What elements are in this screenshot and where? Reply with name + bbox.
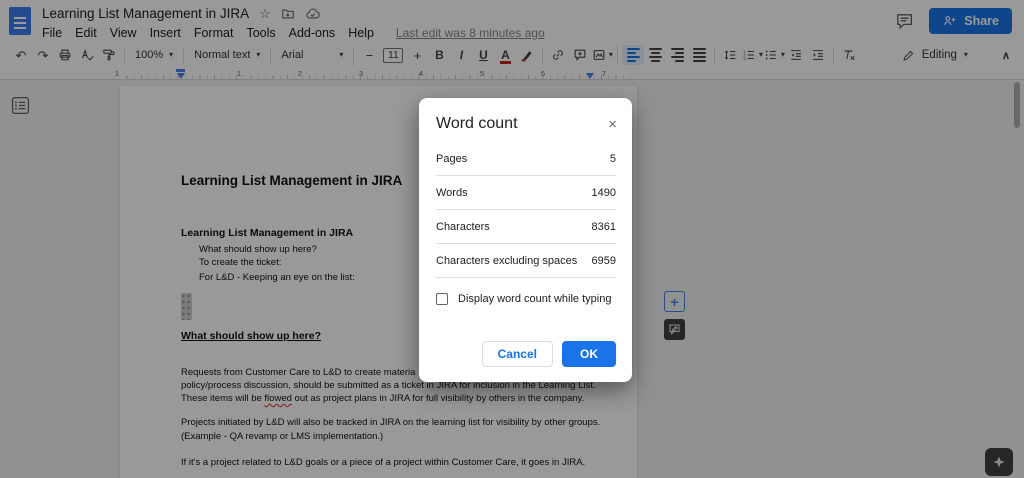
word-count-dialog: Word count × Pages 5 Words 1490 Characte… [419, 98, 632, 382]
google-docs-app: Learning List Management in JIRA ☆ File … [0, 0, 1024, 478]
word-count-while-typing-option: Display word count while typing [436, 293, 615, 305]
stat-value: 8361 [592, 221, 616, 233]
cancel-button[interactable]: Cancel [482, 341, 553, 367]
stat-value: 1490 [592, 187, 616, 199]
stat-value: 5 [610, 153, 616, 165]
stat-value: 6959 [592, 255, 616, 267]
stat-label: Pages [436, 153, 467, 165]
checkbox-label[interactable]: Display word count while typing [458, 293, 611, 305]
stat-row-characters: Characters 8361 [436, 210, 616, 244]
stat-row-pages: Pages 5 [436, 142, 616, 176]
dialog-title: Word count [436, 115, 518, 133]
dialog-actions: Cancel OK [482, 341, 616, 367]
checkbox[interactable] [436, 293, 448, 305]
stat-row-words: Words 1490 [436, 176, 616, 210]
stat-row-characters-excl-spaces: Characters excluding spaces 6959 [436, 244, 616, 278]
ok-button[interactable]: OK [562, 341, 616, 367]
dialog-header: Word count × [419, 98, 632, 142]
close-icon[interactable]: × [608, 117, 617, 132]
stat-label: Words [436, 187, 468, 199]
stat-label: Characters excluding spaces [436, 255, 577, 267]
stat-label: Characters [436, 221, 490, 233]
